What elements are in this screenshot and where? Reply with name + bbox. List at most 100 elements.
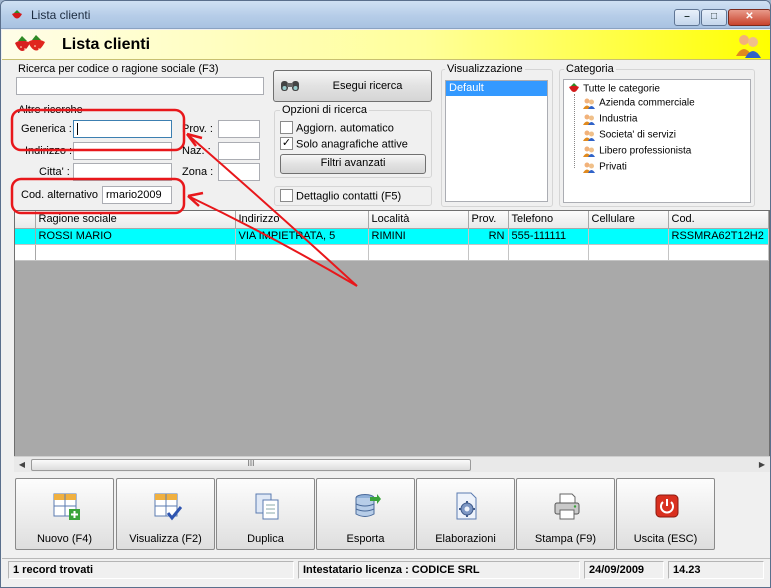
auto-update-checkbox[interactable]: Aggiorn. automatico xyxy=(280,121,394,136)
close-button[interactable]: ✕ xyxy=(728,9,770,26)
export-button[interactable]: Esporta xyxy=(316,478,415,550)
generica-input[interactable] xyxy=(73,120,172,138)
row-header-corner xyxy=(15,211,36,229)
new-record-icon xyxy=(53,493,80,520)
row-selector[interactable] xyxy=(15,244,36,261)
users-icon xyxy=(583,98,595,110)
table-row[interactable]: ROSSI MARIO VIA IMPIETRATA, 5 RIMINI RN … xyxy=(15,228,769,245)
scroll-thumb[interactable]: III xyxy=(31,459,471,471)
binoculars-icon xyxy=(281,81,299,91)
naz-input[interactable] xyxy=(218,142,260,160)
indirizzo-input[interactable] xyxy=(73,142,172,160)
view-legend: Visualizzazione xyxy=(445,63,525,75)
exit-button-label: Uscita (ESC) xyxy=(633,533,698,545)
category-item[interactable]: Libero professionista xyxy=(582,145,691,159)
cod-alternativo-input[interactable]: rmario2009 xyxy=(102,186,172,204)
minimize-button[interactable]: – xyxy=(674,9,700,26)
row-selector[interactable] xyxy=(15,228,36,245)
status-license: Intestatario licenza : CODICE SRL xyxy=(298,561,580,579)
advanced-filters-button[interactable]: Filtri avanzati xyxy=(280,154,426,174)
category-tree[interactable]: Tutte le categorie Azienda commerciale I… xyxy=(563,79,751,203)
strawberries-logo-icon xyxy=(15,35,45,51)
prov-input[interactable] xyxy=(218,120,260,138)
cell-telefono: 555-111111 xyxy=(508,228,589,245)
category-legend: Categoria xyxy=(564,63,616,75)
status-time: 14.23 xyxy=(668,561,764,579)
cell-cod: RSSMRA62T12H2 xyxy=(668,228,769,245)
tree-line xyxy=(574,94,575,168)
empty-cell xyxy=(508,244,589,261)
process-button-label: Elaborazioni xyxy=(435,533,496,545)
table-row-new[interactable] xyxy=(15,244,769,261)
cell-localita: RIMINI xyxy=(368,228,469,245)
process-button[interactable]: Elaborazioni xyxy=(416,478,515,550)
view-button[interactable]: Visualizza (F2) xyxy=(116,478,215,550)
generica-label: Generica : xyxy=(21,123,72,135)
cell-prov: RN xyxy=(468,228,509,245)
strawberry-app-icon xyxy=(12,10,22,19)
results-grid[interactable]: Ragione sociale Indirizzo Località Prov.… xyxy=(14,210,770,472)
other-searches-label: Altre ricerche xyxy=(18,104,83,116)
main-search-input[interactable] xyxy=(16,77,264,95)
text-cursor xyxy=(77,123,78,136)
maximize-button[interactable]: □ xyxy=(701,9,727,26)
page-header: Lista clienti xyxy=(2,30,770,60)
title-bar[interactable]: Lista clienti – □ ✕ xyxy=(1,1,770,29)
new-button[interactable]: Nuovo (F4) xyxy=(15,478,114,550)
status-bar: 1 record trovati Intestatario licenza : … xyxy=(2,558,770,580)
column-header-cellulare[interactable]: Cellulare xyxy=(588,211,669,229)
view-record-icon xyxy=(154,493,182,521)
new-button-label: Nuovo (F4) xyxy=(36,533,93,545)
duplicate-button[interactable]: Duplica xyxy=(216,478,315,550)
cell-ragione-sociale: ROSSI MARIO xyxy=(35,228,236,245)
duplicate-icon xyxy=(255,493,279,520)
users-icon xyxy=(736,35,761,58)
duplicate-button-label: Duplica xyxy=(247,533,284,545)
users-icon xyxy=(583,114,595,126)
empty-cell xyxy=(668,244,769,261)
category-root[interactable]: Tutte le categorie xyxy=(568,83,660,97)
auto-update-box xyxy=(280,121,293,134)
column-header-telefono[interactable]: Telefono xyxy=(508,211,589,229)
print-button[interactable]: Stampa (F9) xyxy=(516,478,615,550)
only-active-label: Solo anagrafiche attive xyxy=(296,138,408,151)
app-window: Lista clienti – □ ✕ Lista clienti Ricerc… xyxy=(0,0,771,588)
naz-label: Naz. : xyxy=(182,145,211,157)
column-header-localita[interactable]: Località xyxy=(368,211,469,229)
empty-cell xyxy=(235,244,369,261)
run-search-label: Esegui ricerca xyxy=(332,80,403,92)
zona-label: Zona : xyxy=(182,166,214,178)
printer-icon xyxy=(554,493,580,520)
scroll-left-arrow-icon[interactable]: ◀ xyxy=(14,457,30,473)
exit-button[interactable]: Uscita (ESC) xyxy=(616,478,715,550)
only-active-checkbox[interactable]: ✓ Solo anagrafiche attive xyxy=(280,137,408,152)
cod-alternativo-label: Cod. alternativo : xyxy=(21,189,105,201)
column-header-prov[interactable]: Prov. xyxy=(468,211,509,229)
category-item[interactable]: Azienda commerciale xyxy=(582,97,695,111)
run-search-button[interactable]: Esegui ricerca xyxy=(273,70,432,102)
horizontal-scrollbar[interactable]: ◀ III ▶ xyxy=(14,456,770,472)
cell-indirizzo: VIA IMPIETRATA, 5 xyxy=(235,228,369,245)
results-table: Ragione sociale Indirizzo Località Prov.… xyxy=(15,211,769,261)
scroll-right-arrow-icon[interactable]: ▶ xyxy=(754,457,770,473)
category-item[interactable]: Privati xyxy=(582,161,627,175)
search-options-legend: Opzioni di ricerca xyxy=(280,104,369,116)
citta-label: Citta' : xyxy=(39,166,70,178)
power-off-icon xyxy=(655,494,679,518)
bottom-toolbar: Nuovo (F4) Visualizza (F2) Duplica Espor… xyxy=(15,478,719,550)
citta-input[interactable] xyxy=(73,163,172,181)
users-icon xyxy=(583,162,595,174)
view-listbox[interactable]: Default xyxy=(445,80,548,202)
contact-detail-checkbox[interactable]: Dettaglio contatti (F5) xyxy=(280,189,401,204)
column-header-ragione-sociale[interactable]: Ragione sociale xyxy=(35,211,236,229)
prov-label: Prov. : xyxy=(182,123,213,135)
column-header-cod[interactable]: Cod. xyxy=(668,211,769,229)
auto-update-label: Aggiorn. automatico xyxy=(296,122,394,135)
category-item[interactable]: Societa' di servizi xyxy=(582,129,676,143)
zona-input[interactable] xyxy=(218,163,260,181)
processing-gear-icon xyxy=(456,492,477,520)
category-item[interactable]: Industria xyxy=(582,113,637,127)
view-item-default[interactable]: Default xyxy=(446,81,547,96)
column-header-indirizzo[interactable]: Indirizzo xyxy=(235,211,369,229)
contact-detail-box xyxy=(280,189,293,202)
